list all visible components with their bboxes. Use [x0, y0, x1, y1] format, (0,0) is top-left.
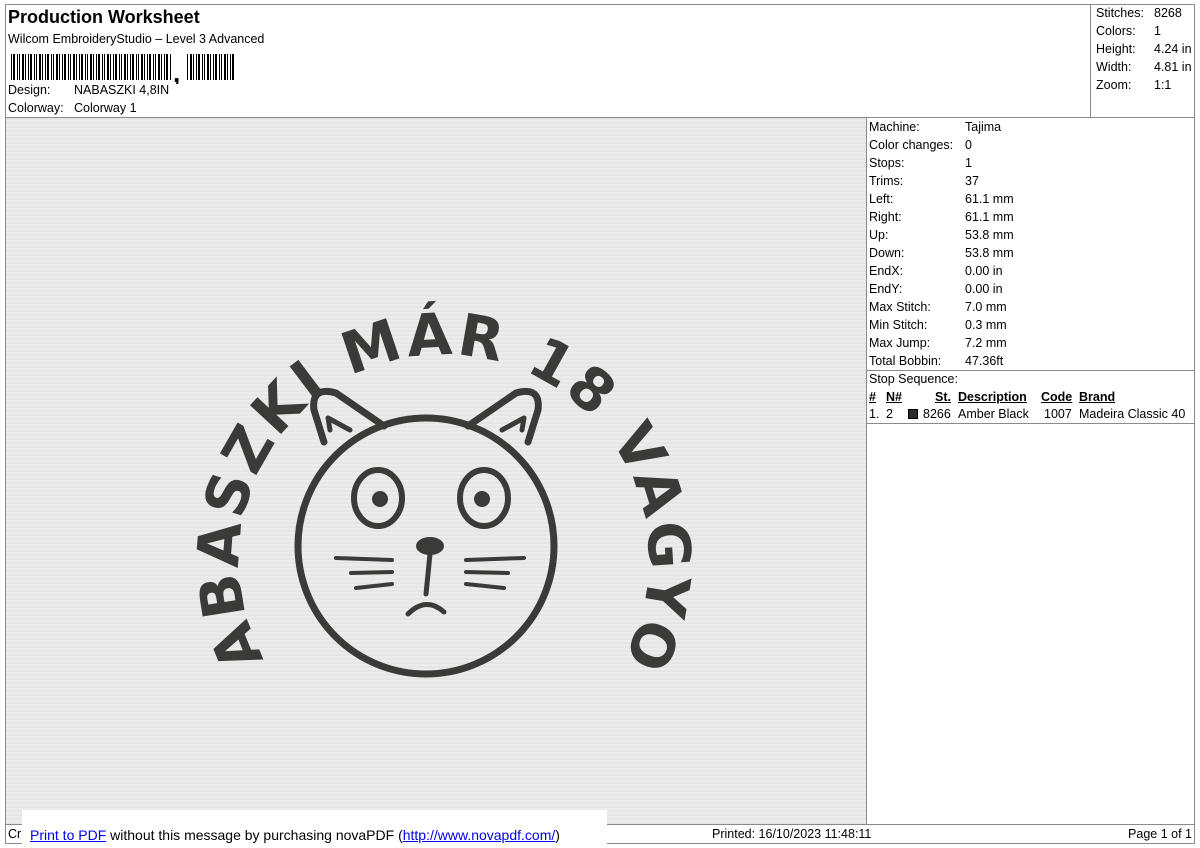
row-code: 1007: [1044, 407, 1072, 421]
machine-info-row: Up: 53.8 mm: [869, 227, 1195, 245]
machine-info-row: Color changes: 0: [869, 137, 1195, 155]
machine-info-row: Left: 61.1 mm: [869, 191, 1195, 209]
col-description: Description: [958, 390, 1027, 404]
embroidery-design: NABASZKI MÁR 18 VAGYOK: [6, 118, 704, 684]
design-name: NABASZKI 4,8IN: [74, 83, 170, 97]
summary-value: 8268: [1154, 6, 1182, 20]
machine-info-value: 0.3 mm: [965, 318, 1007, 332]
summary-value: 1: [1154, 24, 1161, 38]
machine-info-value: 7.2 mm: [965, 336, 1007, 350]
machine-info-row: Machine: Tajima: [869, 119, 1195, 137]
summary-value: 1:1: [1154, 78, 1172, 92]
machine-info-value: 0: [965, 138, 972, 152]
machine-info-label: EndY:: [869, 282, 903, 296]
machine-info-value: 0.00 in: [965, 282, 1003, 296]
machine-info-label: Max Jump:: [869, 336, 931, 350]
machine-info-value: 53.8 mm: [965, 246, 1014, 260]
machine-info-label: Down:: [869, 246, 905, 260]
design-preview: NABASZKI MÁR 18 VAGYOK: [6, 118, 866, 824]
summary-label: Height:: [1096, 42, 1136, 56]
machine-info-row: EndY: 0.00 in: [869, 281, 1195, 299]
pdf-message: without this message by purchasing novaP…: [106, 827, 403, 843]
machine-info-row: Total Bobbin: 47.36ft: [869, 353, 1195, 371]
machine-info-label: Trims:: [869, 174, 904, 188]
machine-info-row: Trims: 37: [869, 173, 1195, 191]
machine-info-label: Stops:: [869, 156, 905, 170]
novapdf-url-link[interactable]: http://www.novapdf.com/: [403, 827, 556, 843]
machine-info-row: Max Jump: 7.2 mm: [869, 335, 1195, 353]
summary-value: 4.24 in: [1154, 42, 1192, 56]
summary-label: Stitches:: [1096, 6, 1144, 20]
machine-info-value: 61.1 mm: [965, 210, 1014, 224]
divider: [866, 118, 867, 824]
machine-info-row: EndX: 0.00 in: [869, 263, 1195, 281]
barcode-image: ,: [11, 54, 234, 84]
software-name: Wilcom EmbroideryStudio – Level 3 Advanc…: [8, 32, 265, 46]
design-arc-text: NABASZKI MÁR 18 VAGYOK: [6, 118, 704, 684]
machine-info-row: Min Stitch: 0.3 mm: [869, 317, 1195, 335]
machine-info-row: Max Stitch: 7.0 mm: [869, 299, 1195, 317]
col-n: N#: [886, 390, 902, 404]
summary-label: Colors:: [1096, 24, 1136, 38]
barcode-separator: ,: [173, 58, 180, 84]
colorway-name: Colorway 1: [74, 101, 137, 115]
design-row: Design: NABASZKI 4,8IN: [8, 83, 169, 97]
machine-info-value: 7.0 mm: [965, 300, 1007, 314]
row-num: 1.: [869, 407, 880, 421]
col-code: Code: [1041, 390, 1073, 404]
col-st: St.: [935, 390, 951, 404]
cat-face-icon: [294, 387, 558, 678]
summary-row: Stitches: 8268: [1096, 6, 1182, 20]
summary-label: Width:: [1096, 60, 1132, 74]
stop-sequence-title: Stop Sequence:: [869, 372, 958, 386]
design-label: Design:: [8, 83, 51, 97]
divider: [866, 423, 1195, 424]
summary-row: Zoom: 1:1: [1096, 78, 1171, 92]
machine-info-label: Max Stitch:: [869, 300, 931, 314]
colorway-label: Colorway:: [8, 101, 64, 115]
col-brand: Brand: [1079, 390, 1116, 404]
machine-info-value: Tajima: [965, 120, 1002, 134]
row-n: 2: [886, 407, 893, 421]
print-to-pdf-link[interactable]: Print to PDF: [30, 827, 106, 843]
design-summary: Stitches: 8268 Colors: 1 Height: 4.24 in Wi…: [1090, 4, 1195, 118]
machine-info-label: Left:: [869, 192, 894, 206]
row-st: 8266: [923, 407, 951, 421]
summary-value: 4.81 in: [1154, 60, 1192, 74]
page-number: Page 1 of 1: [1128, 827, 1192, 841]
row-brand: Madeira Classic 40: [1079, 407, 1186, 421]
color-swatch: [908, 409, 918, 419]
machine-info-row: Stops: 1: [869, 155, 1195, 173]
summary-row: Height: 4.24 in: [1096, 42, 1192, 56]
summary-label: Zoom:: [1096, 78, 1132, 92]
machine-info-label: Machine:: [869, 120, 920, 134]
machine-info-value: 53.8 mm: [965, 228, 1014, 242]
pdf-message-end: ): [555, 827, 560, 843]
machine-info-label: Min Stitch:: [869, 318, 928, 332]
worksheet-header: Production Worksheet Wilcom EmbroiderySt…: [5, 4, 1090, 118]
printed-timestamp: Printed: 16/10/2023 11:48:11: [712, 827, 872, 841]
machine-info-value: 61.1 mm: [965, 192, 1014, 206]
machine-info-label: Color changes:: [869, 138, 954, 152]
worksheet-title: Production Worksheet: [8, 7, 200, 27]
machine-info-value: 1: [965, 156, 972, 170]
machine-info-value: 0.00 in: [965, 264, 1003, 278]
col-num: #: [869, 390, 876, 404]
machine-info-row: Down: 53.8 mm: [869, 245, 1195, 263]
machine-info-label: Total Bobbin:: [869, 354, 942, 368]
machine-info-label: Right:: [869, 210, 902, 224]
machine-info: Machine: Tajima Color changes: 0 Stops: 1 Trim…: [869, 119, 1195, 371]
footer-left-text: Cr: [8, 827, 22, 841]
pdf-watermark: Print to PDF without this message by pur…: [30, 827, 560, 843]
row-description: Amber Black: [958, 407, 1029, 421]
machine-info-row: Right: 61.1 mm: [869, 209, 1195, 227]
machine-info-value: 37: [965, 174, 979, 188]
divider: [866, 370, 1195, 371]
colorway-row: Colorway: Colorway 1: [8, 101, 137, 115]
machine-info-value: 47.36ft: [965, 354, 1004, 368]
machine-info-label: EndX:: [869, 264, 904, 278]
machine-info-label: Up:: [869, 228, 889, 242]
summary-row: Width: 4.81 in: [1096, 60, 1192, 74]
summary-row: Colors: 1: [1096, 24, 1161, 38]
